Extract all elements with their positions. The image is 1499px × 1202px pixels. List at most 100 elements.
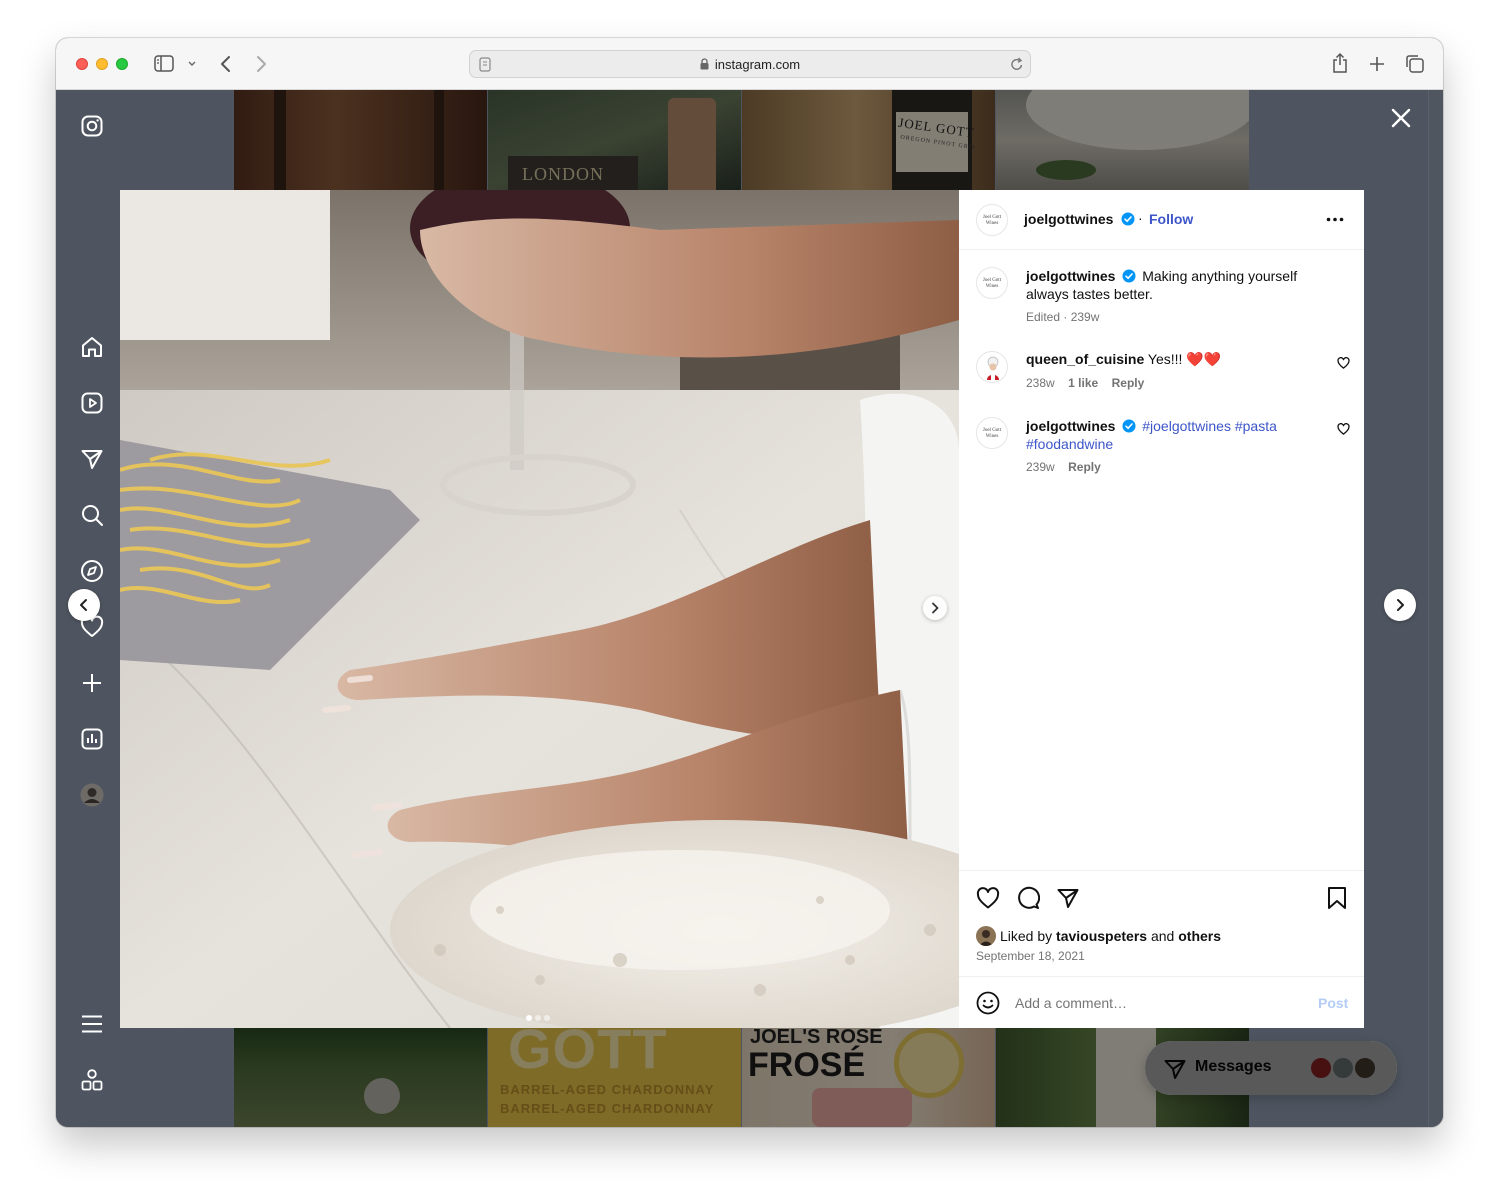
chevron-right-icon xyxy=(932,602,939,614)
comment-likes[interactable]: 1 like xyxy=(1068,376,1098,390)
comment-username[interactable]: joelgottwines xyxy=(1026,418,1115,434)
more-options-icon[interactable] xyxy=(1326,217,1344,222)
hashtag-link[interactable]: #foodandwine xyxy=(1026,436,1113,452)
page-scrollbar[interactable] xyxy=(1428,90,1443,1127)
window-minimize-button[interactable] xyxy=(96,58,108,70)
sidebar-toggle-icon[interactable] xyxy=(154,55,174,72)
forward-icon[interactable] xyxy=(254,54,268,74)
grid-thumbnail[interactable]: JOEL'S ROSÉ FROSÉ xyxy=(742,1028,995,1127)
address-bar[interactable]: instagram.com xyxy=(469,50,1031,78)
avatar-logo-text: Joel Gott Wines xyxy=(982,278,1002,289)
commenter-avatar[interactable]: Joel Gott Wines xyxy=(976,417,1008,449)
next-image-button[interactable] xyxy=(923,596,947,620)
liked-by-user[interactable]: taviouspeters xyxy=(1056,928,1147,944)
carousel-dot xyxy=(535,1015,541,1021)
liked-by-prefix: Liked by xyxy=(1000,928,1053,944)
like-comment-icon[interactable] xyxy=(1337,423,1350,435)
liker-avatar[interactable] xyxy=(976,926,996,946)
window-zoom-button[interactable] xyxy=(116,58,128,70)
commenter-avatar[interactable] xyxy=(976,351,1008,383)
comment-text: Yes!!! ❤️❤️ xyxy=(1147,351,1222,367)
hashtag-link[interactable]: #joelgottwines xyxy=(1142,418,1231,434)
comment-age: 239w xyxy=(1026,460,1055,474)
page-content: LONDON JOEL GOTT OREGON PINOT GRIS GOTT … xyxy=(56,90,1428,1127)
verified-badge-icon xyxy=(1122,419,1136,433)
lock-icon xyxy=(700,58,709,70)
next-post-button[interactable] xyxy=(1384,589,1416,621)
hashtag-link[interactable]: #pasta xyxy=(1235,418,1277,434)
comment-item: queen_of_cuisine Yes!!! ❤️❤️ 238w 1 like… xyxy=(959,348,1364,398)
search-icon[interactable] xyxy=(80,503,104,527)
caption-meta: Edited · 239w xyxy=(1026,310,1100,324)
avatar-logo-text: Joel Gott Wines xyxy=(982,215,1002,226)
post-header: Joel Gott Wines joelgottwines · Follow xyxy=(959,190,1364,250)
follow-button[interactable]: Follow xyxy=(1149,211,1193,227)
grid-thumbnail[interactable] xyxy=(234,90,487,190)
post-image xyxy=(120,190,959,1028)
caption-username[interactable]: joelgottwines xyxy=(1026,268,1115,284)
message-avatar xyxy=(1331,1056,1355,1080)
instagram-logo-icon[interactable] xyxy=(80,114,104,138)
grid-thumbnail[interactable] xyxy=(234,1028,487,1127)
carousel-dot xyxy=(526,1015,532,1021)
url-text: instagram.com xyxy=(714,57,801,72)
chevron-down-icon[interactable] xyxy=(187,60,197,68)
post-date: September 18, 2021 xyxy=(976,949,1085,963)
reply-button[interactable]: Reply xyxy=(1112,376,1145,390)
new-tab-icon[interactable] xyxy=(1368,55,1386,73)
liked-by-and: and xyxy=(1150,928,1175,944)
save-icon[interactable] xyxy=(1327,886,1347,910)
menu-icon[interactable] xyxy=(80,1012,104,1036)
profile-avatar[interactable] xyxy=(80,783,104,807)
messages-button[interactable]: Messages xyxy=(1145,1041,1397,1095)
chevron-right-icon xyxy=(1397,599,1404,611)
thumbnail-text: JOEL'S ROSÉ xyxy=(750,1028,883,1048)
home-icon[interactable] xyxy=(80,335,104,359)
grid-thumbnail[interactable]: JOEL GOTT OREGON PINOT GRIS xyxy=(742,90,995,190)
liked-by-others[interactable]: others xyxy=(1178,928,1221,944)
post-comment-button[interactable]: Post xyxy=(1318,995,1348,1011)
carousel-dot xyxy=(544,1015,550,1021)
carousel-indicator xyxy=(526,1008,553,1026)
grid-thumbnail[interactable] xyxy=(996,90,1249,190)
reels-icon[interactable] xyxy=(80,391,104,415)
share-post-icon[interactable] xyxy=(1056,886,1080,910)
thumbnail-text: OREGON PINOT GRIS xyxy=(899,134,977,152)
share-icon[interactable] xyxy=(1331,52,1349,74)
verified-badge-icon xyxy=(1122,269,1136,283)
create-icon[interactable] xyxy=(80,671,104,695)
reload-icon[interactable] xyxy=(1010,57,1024,72)
thumbnail-text: LONDON xyxy=(522,164,604,184)
previous-post-button[interactable] xyxy=(68,589,100,621)
insights-icon[interactable] xyxy=(80,727,104,751)
messages-label: Messages xyxy=(1195,1058,1272,1075)
post-photo xyxy=(120,190,959,1028)
message-avatar xyxy=(1353,1056,1377,1080)
thumbnail-text: FROSÉ xyxy=(748,1046,866,1084)
reply-button[interactable]: Reply xyxy=(1068,460,1101,474)
like-comment-icon[interactable] xyxy=(1337,357,1350,369)
explore-icon[interactable] xyxy=(80,559,104,583)
author-username[interactable]: joelgottwines xyxy=(1024,211,1113,227)
tab-overview-icon[interactable] xyxy=(1405,54,1425,74)
grid-thumbnail[interactable]: LONDON xyxy=(488,90,741,190)
author-avatar[interactable]: Joel Gott Wines xyxy=(976,267,1008,299)
post-details-panel: Joel Gott Wines joelgottwines · Follow J… xyxy=(959,190,1364,1028)
separator-dot: · xyxy=(1138,210,1143,226)
direct-send-icon[interactable] xyxy=(80,447,104,471)
like-icon[interactable] xyxy=(976,887,1000,909)
emoji-icon[interactable] xyxy=(976,991,1000,1015)
more-apps-icon[interactable] xyxy=(80,1068,104,1092)
back-icon[interactable] xyxy=(219,54,233,74)
window-close-button[interactable] xyxy=(76,58,88,70)
comment-username[interactable]: queen_of_cuisine xyxy=(1026,351,1144,367)
comment-icon[interactable] xyxy=(1016,886,1040,910)
comment-age: 238w xyxy=(1026,376,1055,390)
chevron-left-icon xyxy=(80,599,87,611)
close-icon[interactable] xyxy=(1389,106,1413,130)
thumbnail-text: GOTT xyxy=(508,1028,668,1080)
comment-input[interactable] xyxy=(1015,989,1295,1017)
author-avatar[interactable]: Joel Gott Wines xyxy=(976,204,1008,236)
browser-window: instagram.com LONDON JOEL GOTT OREGON PI… xyxy=(56,38,1443,1127)
grid-thumbnail[interactable]: GOTT BARREL-AGED CHARDONNAY BARREL-AGED … xyxy=(488,1028,741,1127)
